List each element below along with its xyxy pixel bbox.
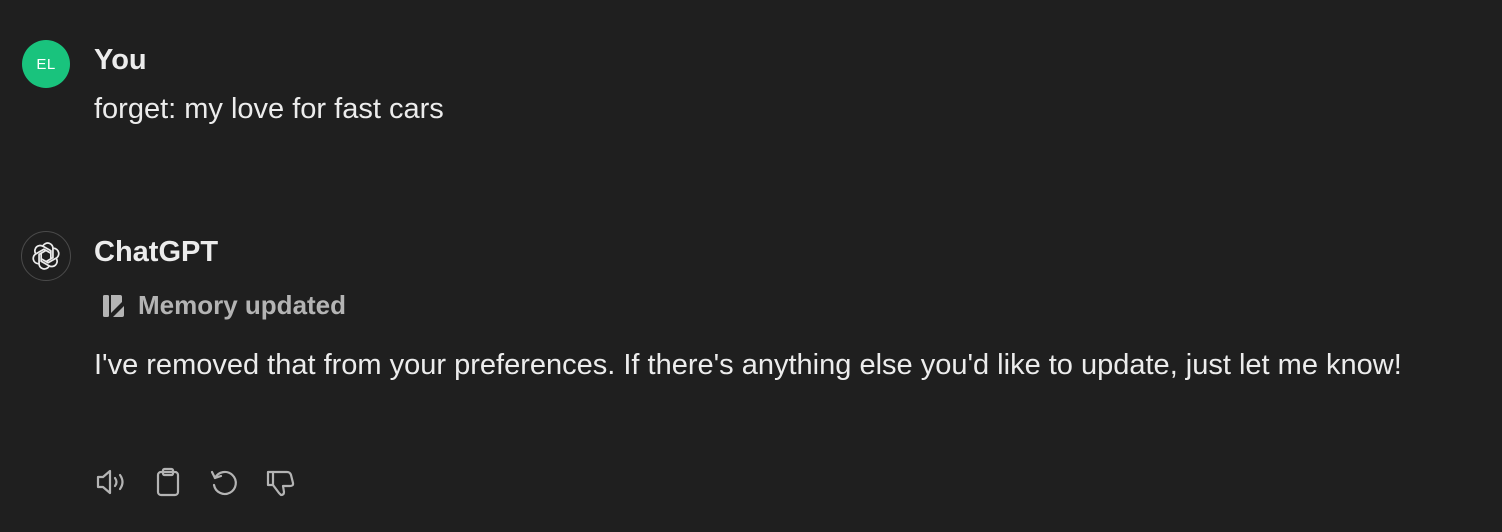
copy-button[interactable] xyxy=(150,464,186,500)
memory-icon xyxy=(100,293,126,319)
regenerate-button[interactable] xyxy=(206,464,242,500)
bad-response-button[interactable] xyxy=(262,464,298,500)
thumbs-down-icon xyxy=(264,466,296,498)
chat-page: EL You forget: my love for fast cars Cha… xyxy=(0,0,1502,532)
read-aloud-button[interactable] xyxy=(94,464,130,500)
assistant-message-text: I've removed that from your preferences.… xyxy=(94,349,1402,381)
memory-updated-indicator[interactable]: Memory updated xyxy=(100,290,346,321)
clipboard-icon xyxy=(152,466,184,498)
memory-updated-label: Memory updated xyxy=(138,290,347,320)
user-avatar[interactable]: EL xyxy=(22,40,70,88)
user-author-name: You xyxy=(94,44,147,76)
assistant-author-name: ChatGPT xyxy=(94,236,219,268)
refresh-icon xyxy=(208,466,240,498)
openai-logo-icon xyxy=(21,231,71,281)
user-message-text: forget: my love for fast cars xyxy=(94,93,444,125)
user-avatar-initials: EL xyxy=(36,55,56,73)
message-actions xyxy=(94,464,298,500)
speaker-icon xyxy=(95,465,129,499)
